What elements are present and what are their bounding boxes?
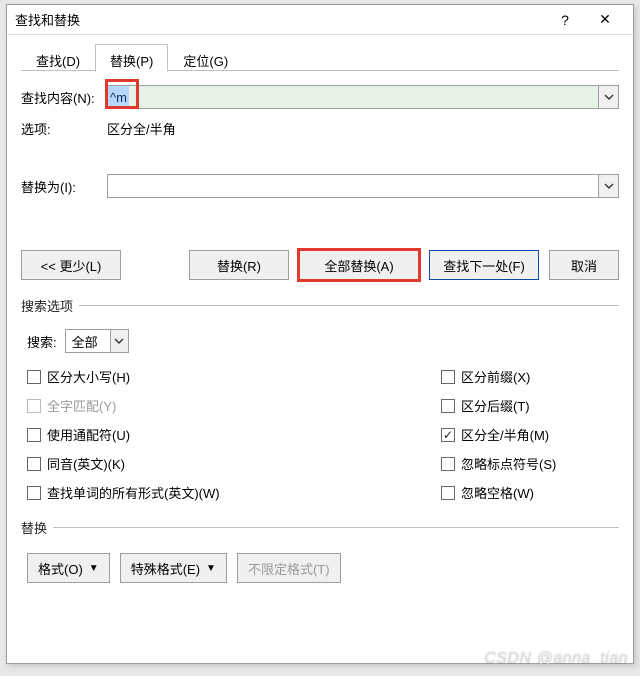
- checkbox-option[interactable]: 区分全/半角(M): [441, 425, 556, 444]
- checkbox-option[interactable]: 查找单词的所有形式(英文)(W): [27, 483, 441, 502]
- tabs: 查找(D) 替换(P) 定位(G): [21, 43, 619, 71]
- options-value: 区分全/半角: [107, 119, 176, 138]
- search-label: 搜索:: [27, 332, 57, 351]
- find-dropdown-button[interactable]: [598, 86, 618, 108]
- chevron-down-icon: [604, 181, 614, 191]
- checkbox-option[interactable]: 区分后缀(T): [441, 396, 556, 415]
- checkbox-label: 全字匹配(Y): [47, 396, 116, 415]
- search-scope-dropdown-button[interactable]: [110, 330, 128, 352]
- search-scope-row: 搜索: 全部: [27, 329, 619, 353]
- checkbox-option[interactable]: 忽略空格(W): [441, 483, 556, 502]
- caret-down-icon: ▼: [206, 563, 216, 574]
- checkbox-box: [441, 399, 455, 413]
- replace-combo[interactable]: [107, 174, 619, 198]
- search-options-legend: 搜索选项: [21, 296, 79, 315]
- format-button-row: 格式(O)▼ 特殊格式(E)▼ 不限定格式(T): [27, 553, 619, 583]
- checkbox-label: 使用通配符(U): [47, 425, 130, 444]
- checkbox-box: [27, 399, 41, 413]
- checkbox-option[interactable]: 同音(英文)(K): [27, 454, 441, 473]
- cancel-button[interactable]: 取消: [549, 250, 619, 280]
- checkbox-label: 区分大小写(H): [47, 367, 130, 386]
- chevron-down-icon: [114, 336, 124, 346]
- checkbox-columns: 区分大小写(H) 全字匹配(Y) 使用通配符(U) 同音(英文)(K) 查找单词的所有形…: [21, 367, 619, 502]
- checkbox-label: 忽略标点符号(S): [461, 454, 556, 473]
- replace-input[interactable]: [108, 175, 598, 197]
- replace-button[interactable]: 替换(R): [189, 250, 289, 280]
- dialog-content: 查找(D) 替换(P) 定位(G) 查找内容(N): ^m 选项: 区分全/半角: [7, 35, 633, 663]
- close-button[interactable]: ✕: [585, 11, 625, 28]
- checkbox-option[interactable]: 区分前缀(X): [441, 367, 556, 386]
- replace-format-legend: 替换: [21, 518, 53, 537]
- checkbox-box: [27, 370, 41, 384]
- find-replace-dialog: 查找和替换 ? ✕ 查找(D) 替换(P) 定位(G) 查找内容(N): ^m: [6, 4, 634, 664]
- dialog-title: 查找和替换: [15, 10, 545, 29]
- checkbox-box: [441, 486, 455, 500]
- find-value[interactable]: ^m: [108, 86, 129, 108]
- checkbox-label: 区分后缀(T): [461, 396, 530, 415]
- search-scope-combo[interactable]: 全部: [65, 329, 129, 353]
- checkbox-box: [441, 457, 455, 471]
- options-line: 选项: 区分全/半角: [21, 119, 619, 138]
- checkbox-box: [441, 428, 455, 442]
- search-scope-value: 全部: [66, 330, 110, 352]
- tab-goto[interactable]: 定位(G): [168, 44, 243, 72]
- checkbox-label: 忽略空格(W): [461, 483, 534, 502]
- checkbox-label: 区分全/半角(M): [461, 425, 549, 444]
- button-row: << 更少(L) 替换(R) 全部替换(A) 查找下一处(F) 取消: [21, 250, 619, 280]
- checkbox-column-left: 区分大小写(H) 全字匹配(Y) 使用通配符(U) 同音(英文)(K) 查找单词的所有形…: [21, 367, 441, 502]
- checkbox-box: [441, 370, 455, 384]
- replace-label: 替换为(I):: [21, 177, 107, 196]
- replace-row: 替换为(I):: [21, 174, 619, 198]
- replace-all-button[interactable]: 全部替换(A): [299, 250, 419, 280]
- tab-replace[interactable]: 替换(P): [95, 44, 168, 72]
- replace-format-group: 替换 格式(O)▼ 特殊格式(E)▼ 不限定格式(T): [21, 518, 619, 583]
- find-combo[interactable]: ^m: [107, 85, 619, 109]
- checkbox-column-right: 区分前缀(X) 区分后缀(T) 区分全/半角(M) 忽略标点符号(S) 忽略空格(W): [441, 367, 556, 502]
- search-options-group: 搜索选项 搜索: 全部 区分大小写(H) 全字匹配(Y) 使用通配符(U) 同音(英文…: [21, 296, 619, 502]
- checkbox-label: 同音(英文)(K): [47, 454, 125, 473]
- checkbox-box: [27, 428, 41, 442]
- find-next-button[interactable]: 查找下一处(F): [429, 250, 539, 280]
- checkbox-box: [27, 457, 41, 471]
- find-row: 查找内容(N): ^m: [21, 85, 619, 109]
- no-format-button[interactable]: 不限定格式(T): [237, 553, 341, 583]
- replace-dropdown-button[interactable]: [598, 175, 618, 197]
- options-label: 选项:: [21, 119, 107, 138]
- less-button[interactable]: << 更少(L): [21, 250, 121, 280]
- find-input[interactable]: [129, 86, 598, 108]
- help-button[interactable]: ?: [545, 12, 585, 28]
- checkbox-option[interactable]: 区分大小写(H): [27, 367, 441, 386]
- format-button[interactable]: 格式(O)▼: [27, 553, 110, 583]
- checkbox-label: 查找单词的所有形式(英文)(W): [47, 483, 220, 502]
- checkbox-box: [27, 486, 41, 500]
- checkbox-option: 全字匹配(Y): [27, 396, 441, 415]
- checkbox-label: 区分前缀(X): [461, 367, 530, 386]
- checkbox-option[interactable]: 使用通配符(U): [27, 425, 441, 444]
- caret-down-icon: ▼: [89, 563, 99, 574]
- checkbox-option[interactable]: 忽略标点符号(S): [441, 454, 556, 473]
- titlebar: 查找和替换 ? ✕: [7, 5, 633, 35]
- find-label: 查找内容(N):: [21, 88, 107, 107]
- chevron-down-icon: [604, 92, 614, 102]
- special-format-button[interactable]: 特殊格式(E)▼: [120, 553, 227, 583]
- tab-find[interactable]: 查找(D): [21, 44, 95, 72]
